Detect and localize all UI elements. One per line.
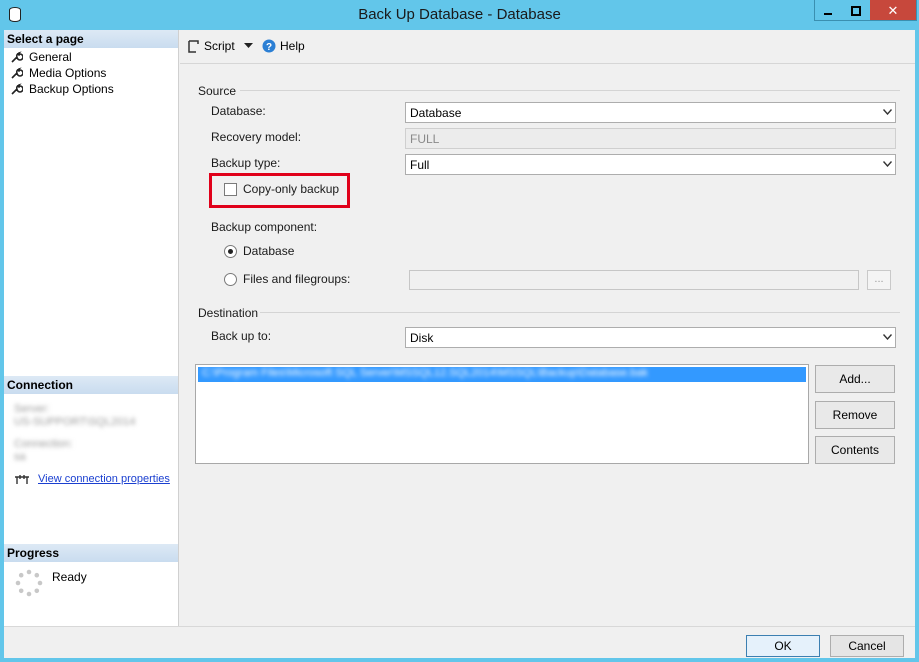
connection-properties-icon: [15, 475, 29, 484]
database-combo[interactable]: Database: [405, 102, 896, 123]
page-item-label: Media Options: [29, 66, 107, 80]
backup-type-label: Backup type:: [211, 156, 281, 170]
source-group-label: Source: [198, 84, 237, 98]
script-button[interactable]: Script: [187, 39, 253, 53]
left-pane: Select a page General Media Options Back…: [4, 30, 179, 626]
wrench-icon: [11, 67, 23, 79]
help-label: Help: [280, 39, 305, 53]
backup-to-label: Back up to:: [211, 329, 272, 343]
backup-to-combo[interactable]: Disk: [405, 327, 896, 348]
backup-to-value: Disk: [410, 331, 434, 345]
copy-only-label[interactable]: Copy-only backup: [243, 182, 339, 196]
recovery-model-field: FULL: [405, 128, 896, 149]
page-item-label: Backup Options: [29, 82, 114, 96]
backup-component-label: Backup component:: [211, 220, 318, 234]
files-browse-button: ...: [867, 270, 891, 290]
caption-buttons-frame: [814, 0, 917, 21]
general-page-content: Source Database: Database Recovery model…: [180, 65, 915, 626]
dialog-footer: OK Cancel: [4, 626, 915, 658]
progress-spinner-icon: [15, 569, 43, 597]
chevron-down-icon: [883, 334, 892, 340]
ok-button[interactable]: OK: [746, 635, 820, 657]
dialog-client-area: Select a page General Media Options Back…: [4, 30, 915, 658]
server-value: US-SUPPORT\SQL2014: [14, 416, 136, 428]
destination-path: C:\Program Files\Microsoft SQL Server\MS…: [202, 367, 648, 379]
view-connection-link[interactable]: View connection properties: [38, 473, 170, 485]
toolbar: Script ? Help: [180, 30, 915, 64]
destination-list[interactable]: C:\Program Files\Microsoft SQL Server\MS…: [195, 364, 809, 464]
component-database-label[interactable]: Database: [243, 244, 294, 258]
progress-area: Ready: [14, 568, 87, 598]
chevron-down-icon: [243, 43, 253, 48]
progress-status: Ready: [52, 570, 87, 584]
help-button[interactable]: ? Help: [262, 39, 305, 53]
database-value: Database: [410, 106, 462, 120]
title-bar[interactable]: Back Up Database - Database ✕: [0, 0, 919, 30]
backup-type-combo[interactable]: Full: [405, 154, 896, 175]
svg-text:?: ?: [266, 42, 272, 53]
progress-header: Progress: [4, 544, 178, 562]
page-item-label: General: [29, 50, 72, 64]
page-item-backup-options[interactable]: Backup Options: [11, 81, 114, 97]
backup-dialog-window: Back Up Database - Database ✕ Select a p…: [0, 0, 919, 662]
contents-button[interactable]: Contents: [815, 436, 895, 464]
window-title: Back Up Database - Database: [358, 6, 561, 23]
copy-only-checkbox[interactable]: [224, 183, 237, 196]
component-files-label[interactable]: Files and filegroups:: [243, 272, 350, 286]
page-item-general[interactable]: General: [11, 49, 72, 65]
add-button[interactable]: Add...: [815, 365, 895, 393]
view-connection-properties[interactable]: View connection properties: [14, 473, 170, 485]
database-label: Database:: [211, 104, 266, 118]
connection-label: Connection:: [14, 438, 73, 450]
page-item-media-options[interactable]: Media Options: [11, 65, 106, 81]
script-label: Script: [204, 39, 235, 53]
destination-group-label: Destination: [198, 306, 259, 320]
recovery-model-label: Recovery model:: [211, 130, 302, 144]
script-icon: [188, 39, 199, 53]
wrench-icon: [11, 83, 23, 95]
help-icon: ?: [262, 39, 276, 53]
wrench-icon: [11, 51, 23, 63]
source-divider: [240, 90, 900, 91]
cancel-button[interactable]: Cancel: [830, 635, 904, 657]
list-item[interactable]: C:\Program Files\Microsoft SQL Server\MS…: [198, 367, 806, 382]
backup-type-value: Full: [410, 158, 430, 172]
files-filegroups-field: [409, 270, 859, 290]
chevron-down-icon: [883, 109, 892, 115]
destination-divider: [260, 312, 900, 313]
chevron-down-icon: [883, 161, 892, 167]
remove-button[interactable]: Remove: [815, 401, 895, 429]
component-files-radio[interactable]: [224, 273, 237, 286]
connection-header: Connection: [4, 376, 178, 394]
component-database-radio[interactable]: [224, 245, 237, 258]
server-label: Server:: [14, 403, 50, 415]
recovery-model-value: FULL: [410, 132, 440, 146]
connection-value: sa: [14, 451, 26, 463]
select-page-header: Select a page: [4, 30, 178, 48]
